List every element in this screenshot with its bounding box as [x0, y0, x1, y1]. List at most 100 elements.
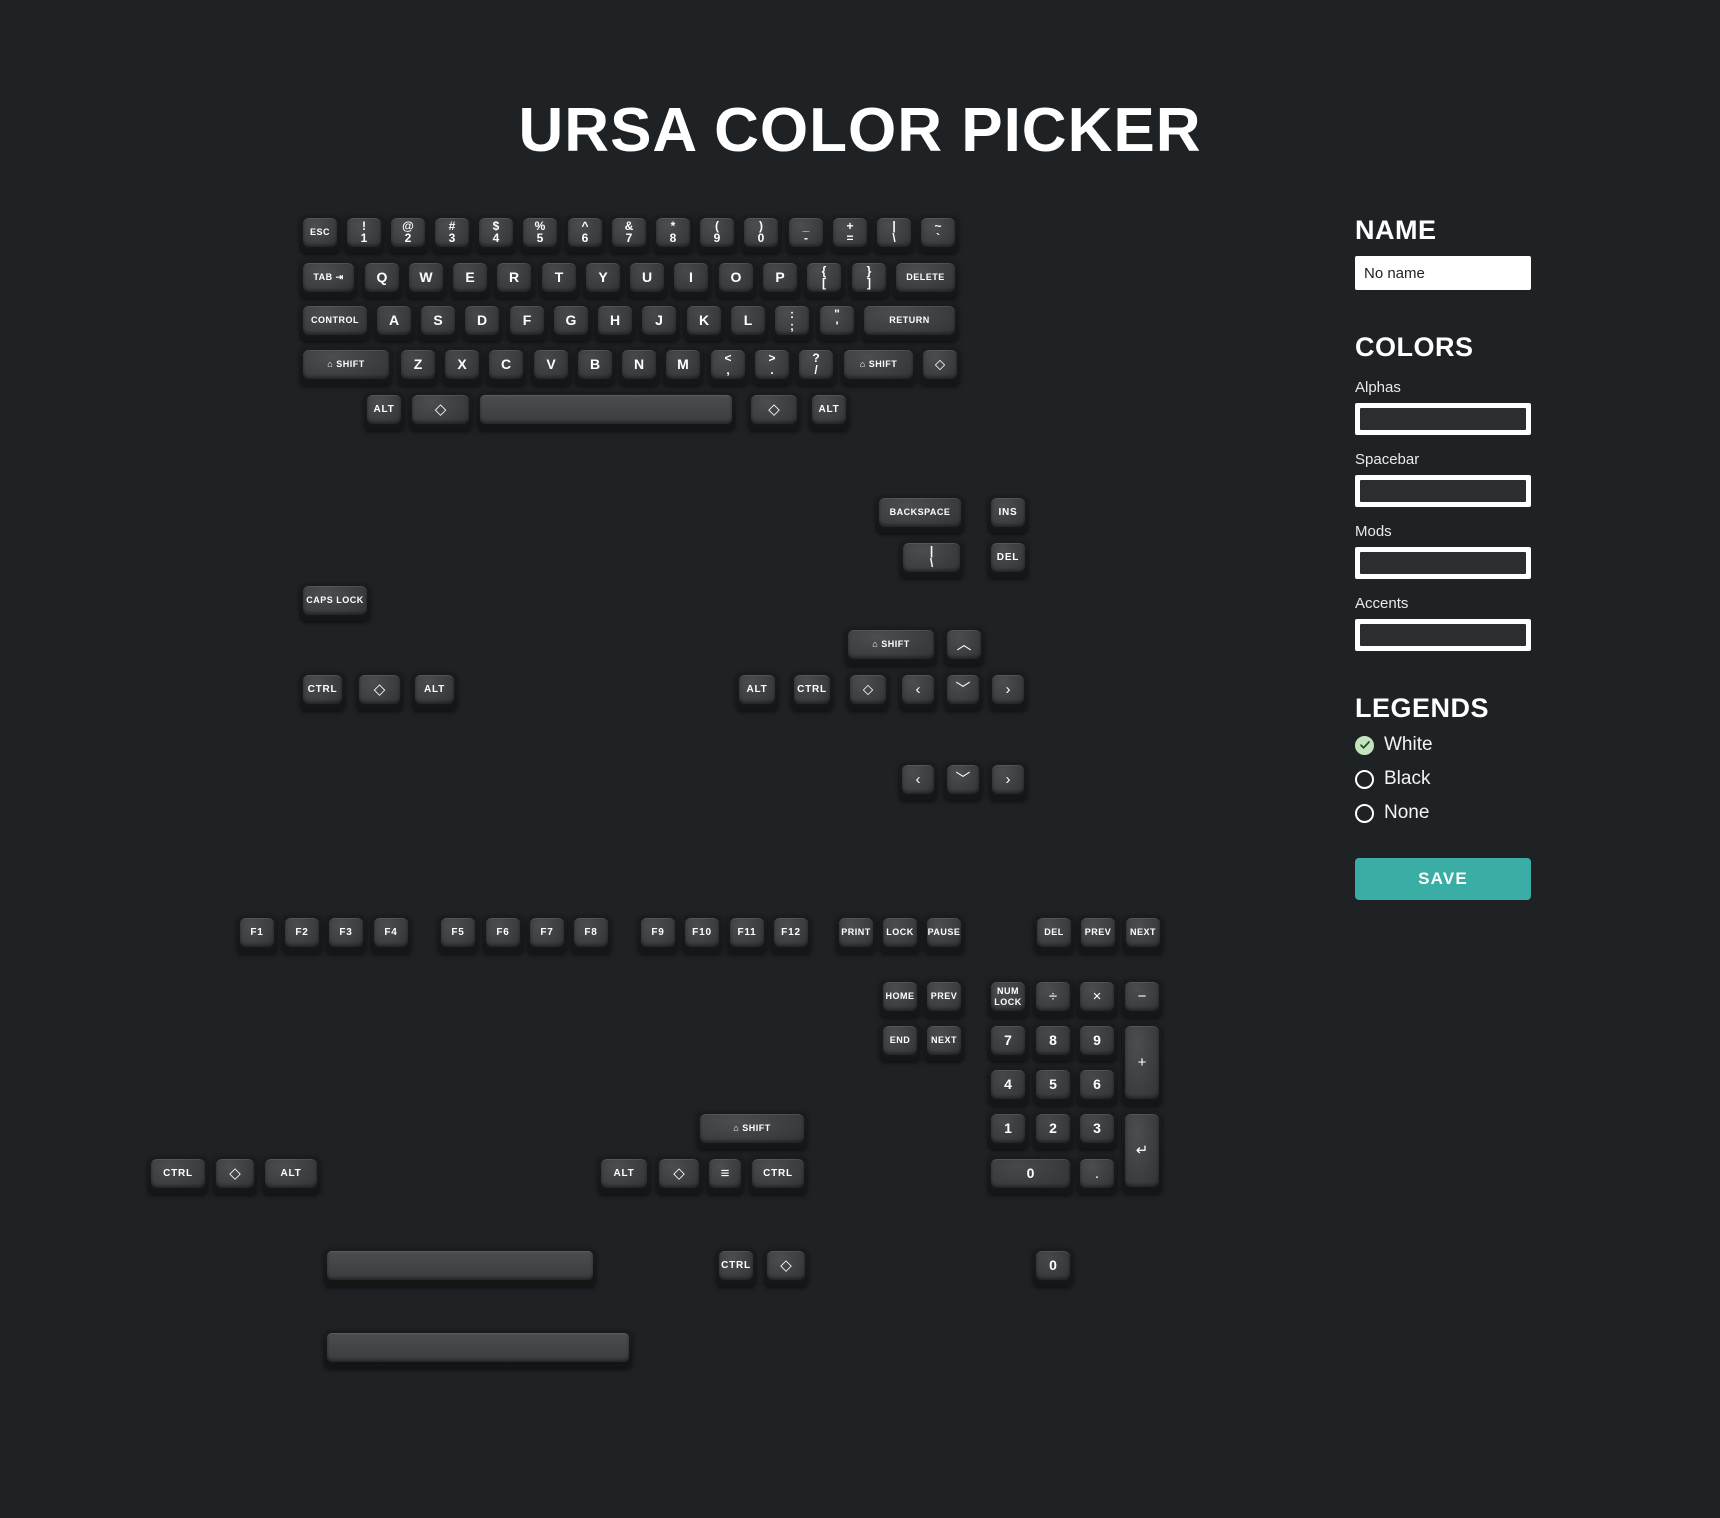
keycap[interactable]: A	[374, 303, 414, 341]
keycap[interactable]: * 8	[653, 215, 693, 253]
keycap[interactable]: PREV	[1078, 915, 1118, 953]
radio-checked-icon[interactable]	[1355, 735, 1374, 755]
keycap[interactable]: END	[880, 1023, 920, 1061]
keycap[interactable]: W	[406, 260, 446, 298]
keycap[interactable]: O	[716, 260, 756, 298]
keycap[interactable]: ! 1	[344, 215, 384, 253]
keycap[interactable]: ALT	[364, 392, 404, 430]
keycap[interactable]: 9	[1077, 1023, 1117, 1061]
keycap[interactable]: NEXT	[1123, 915, 1163, 953]
keycap[interactable]: F1	[237, 915, 277, 953]
keycap[interactable]: ⌂ SHIFT	[845, 627, 937, 665]
keycap[interactable]: HOME	[880, 979, 920, 1017]
keycap[interactable]: LOCK	[880, 915, 920, 953]
save-button[interactable]: SAVE	[1355, 858, 1531, 900]
keycap[interactable]: F10	[682, 915, 722, 953]
keycap[interactable]: ALT	[809, 392, 849, 430]
keycap[interactable]: ◇	[409, 392, 472, 430]
keycap[interactable]: >.	[752, 347, 792, 385]
keycap[interactable]: F	[507, 303, 547, 341]
keycap[interactable]: F12	[771, 915, 811, 953]
keycap[interactable]: 0	[988, 1156, 1073, 1194]
keycap[interactable]: DEL	[1034, 915, 1074, 953]
keycap[interactable]: ⬦	[847, 672, 889, 710]
keycap[interactable]: ⬦	[920, 347, 960, 385]
legend-option-black[interactable]: Black	[1355, 768, 1555, 790]
keycap[interactable]: (9	[697, 215, 737, 253]
keycap[interactable]: 6	[1077, 1067, 1117, 1105]
keycap[interactable]: T	[539, 260, 579, 298]
radio-unchecked-icon[interactable]	[1355, 803, 1374, 823]
keycap[interactable]: PRINT	[836, 915, 876, 953]
keycap[interactable]: ALT	[412, 672, 457, 710]
keycap[interactable]: I	[671, 260, 711, 298]
keycap[interactable]: K	[684, 303, 724, 341]
keycap[interactable]: B	[575, 347, 615, 385]
keycap[interactable]: CTRL	[300, 672, 345, 710]
keycap[interactable]: F9	[638, 915, 678, 953]
keycap[interactable]: Q	[362, 260, 402, 298]
keyset-name-input[interactable]	[1355, 256, 1531, 290]
keycap[interactable]: 8	[1033, 1023, 1073, 1061]
keycap[interactable]: ×	[1077, 979, 1117, 1017]
keycap[interactable]: ^ 6	[565, 215, 605, 253]
keycap[interactable]: V	[531, 347, 571, 385]
keycap[interactable]	[477, 392, 735, 430]
keycap[interactable]: F11	[727, 915, 767, 953]
keycap[interactable]	[324, 1330, 632, 1368]
keycap[interactable]: L	[728, 303, 768, 341]
keycap[interactable]: CTRL	[749, 1156, 807, 1194]
keycap[interactable]: PREV	[924, 979, 964, 1017]
keycap[interactable]: ◇	[764, 1248, 808, 1286]
keycap[interactable]: :;	[772, 303, 812, 341]
keycap[interactable]: & 7	[609, 215, 649, 253]
color-swatch-spacebar[interactable]	[1355, 475, 1531, 507]
keycap[interactable]: 3	[1077, 1111, 1117, 1149]
keycap[interactable]: N	[619, 347, 659, 385]
keycap[interactable]: ⌂ SHIFT	[300, 347, 392, 385]
keycap[interactable]: −	[1122, 979, 1162, 1017]
keycap[interactable]: _ -	[786, 215, 826, 253]
keycap[interactable]: PAUSE	[924, 915, 964, 953]
keycap[interactable]: ) 0	[741, 215, 781, 253]
radio-unchecked-icon[interactable]	[1355, 769, 1374, 789]
legend-option-none[interactable]: None	[1355, 802, 1555, 824]
keycap[interactable]: R	[494, 260, 534, 298]
keycap[interactable]: | \	[874, 215, 914, 253]
keycap[interactable]: CTRL	[148, 1156, 208, 1194]
keycap[interactable]: ÷	[1033, 979, 1073, 1017]
keycap[interactable]: E	[450, 260, 490, 298]
keycap[interactable]: BACKSPACE	[876, 495, 964, 533]
keycap[interactable]: $4	[476, 215, 516, 253]
keycap[interactable]: ‹	[899, 762, 937, 800]
keycap[interactable]: ALT	[736, 672, 778, 710]
keycap[interactable]: H	[595, 303, 635, 341]
keycap[interactable]: G	[551, 303, 591, 341]
keycap[interactable]: C	[486, 347, 526, 385]
keycap[interactable]: ◇	[656, 1156, 702, 1194]
keycap[interactable]: ALT	[262, 1156, 320, 1194]
color-swatch-alphas[interactable]	[1355, 403, 1531, 435]
keycap[interactable]: ›	[989, 672, 1027, 710]
keycap[interactable]: DEL	[988, 540, 1028, 578]
legend-option-white[interactable]: White	[1355, 734, 1555, 756]
keycap[interactable]: ◇	[213, 1156, 257, 1194]
keycap[interactable]: D	[462, 303, 502, 341]
color-swatch-accents[interactable]	[1355, 619, 1531, 651]
keycap[interactable]: ◇	[356, 672, 403, 710]
keycap[interactable]: TAB ⇥	[300, 260, 357, 298]
keycap[interactable]: F4	[371, 915, 411, 953]
keycap[interactable]: CTRL	[791, 672, 833, 710]
keycap[interactable]: ︿	[944, 627, 984, 665]
keycap[interactable]: F6	[483, 915, 523, 953]
keycap[interactable]: NUM LOCK	[988, 979, 1028, 1017]
keycap[interactable]: ‹	[899, 672, 937, 710]
keycap[interactable]: 2	[1033, 1111, 1073, 1149]
keycap[interactable]: 5	[1033, 1067, 1073, 1105]
keycap[interactable]: P	[760, 260, 800, 298]
keycap[interactable]: Z	[398, 347, 438, 385]
keycap[interactable]: ~ `	[918, 215, 958, 253]
keycap[interactable]: INS	[988, 495, 1028, 533]
keycap[interactable]: F3	[326, 915, 366, 953]
keycap[interactable]: 1	[988, 1111, 1028, 1149]
